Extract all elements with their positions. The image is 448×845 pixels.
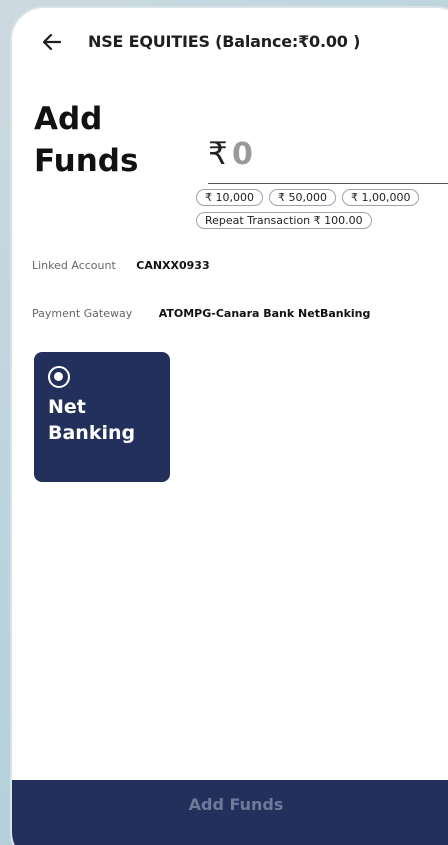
linked-account-row: Linked Account CANXX0933: [32, 256, 210, 274]
linked-account-value: CANXX0933: [136, 259, 210, 272]
header: NSE EQUITIES (Balance:₹0.00 ): [12, 8, 448, 78]
net-banking-label: Net Banking: [48, 396, 136, 444]
repeat-transaction-chip[interactable]: Repeat Transaction ₹ 100.00: [196, 212, 372, 229]
add-funds-heading: Add Funds: [34, 101, 139, 179]
quick-amount-50000[interactable]: ₹ 50,000: [268, 189, 336, 206]
back-arrow-icon[interactable]: [40, 30, 64, 54]
add-funds-button[interactable]: Add Funds: [12, 780, 448, 830]
radio-selected-icon: [48, 366, 70, 388]
payment-gateway-row: Payment Gateway ATOMPG-Canara Bank NetBa…: [32, 304, 370, 322]
amount-field-wrapper: ₹: [208, 132, 448, 184]
net-banking-option[interactable]: Net Banking: [34, 352, 170, 482]
linked-account-label: Linked Account: [32, 259, 116, 272]
rupee-symbol: ₹: [208, 136, 228, 172]
payment-gateway-value: ATOMPG-Canara Bank NetBanking: [158, 307, 371, 320]
page-title: NSE EQUITIES (Balance:₹0.00 ): [88, 32, 361, 51]
payment-gateway-label: Payment Gateway: [32, 307, 133, 320]
quick-amount-10000[interactable]: ₹ 10,000: [196, 189, 263, 206]
quick-amount-chips: ₹ 10,000 ₹ 50,000 ₹ 1,00,000 Repeat Transa…: [196, 188, 448, 234]
quick-amount-100000[interactable]: ₹ 1,00,000: [341, 189, 420, 206]
amount-input[interactable]: [232, 132, 432, 176]
phone-screen: NSE EQUITIES (Balance:₹0.00 ) Add Funds …: [10, 6, 448, 845]
